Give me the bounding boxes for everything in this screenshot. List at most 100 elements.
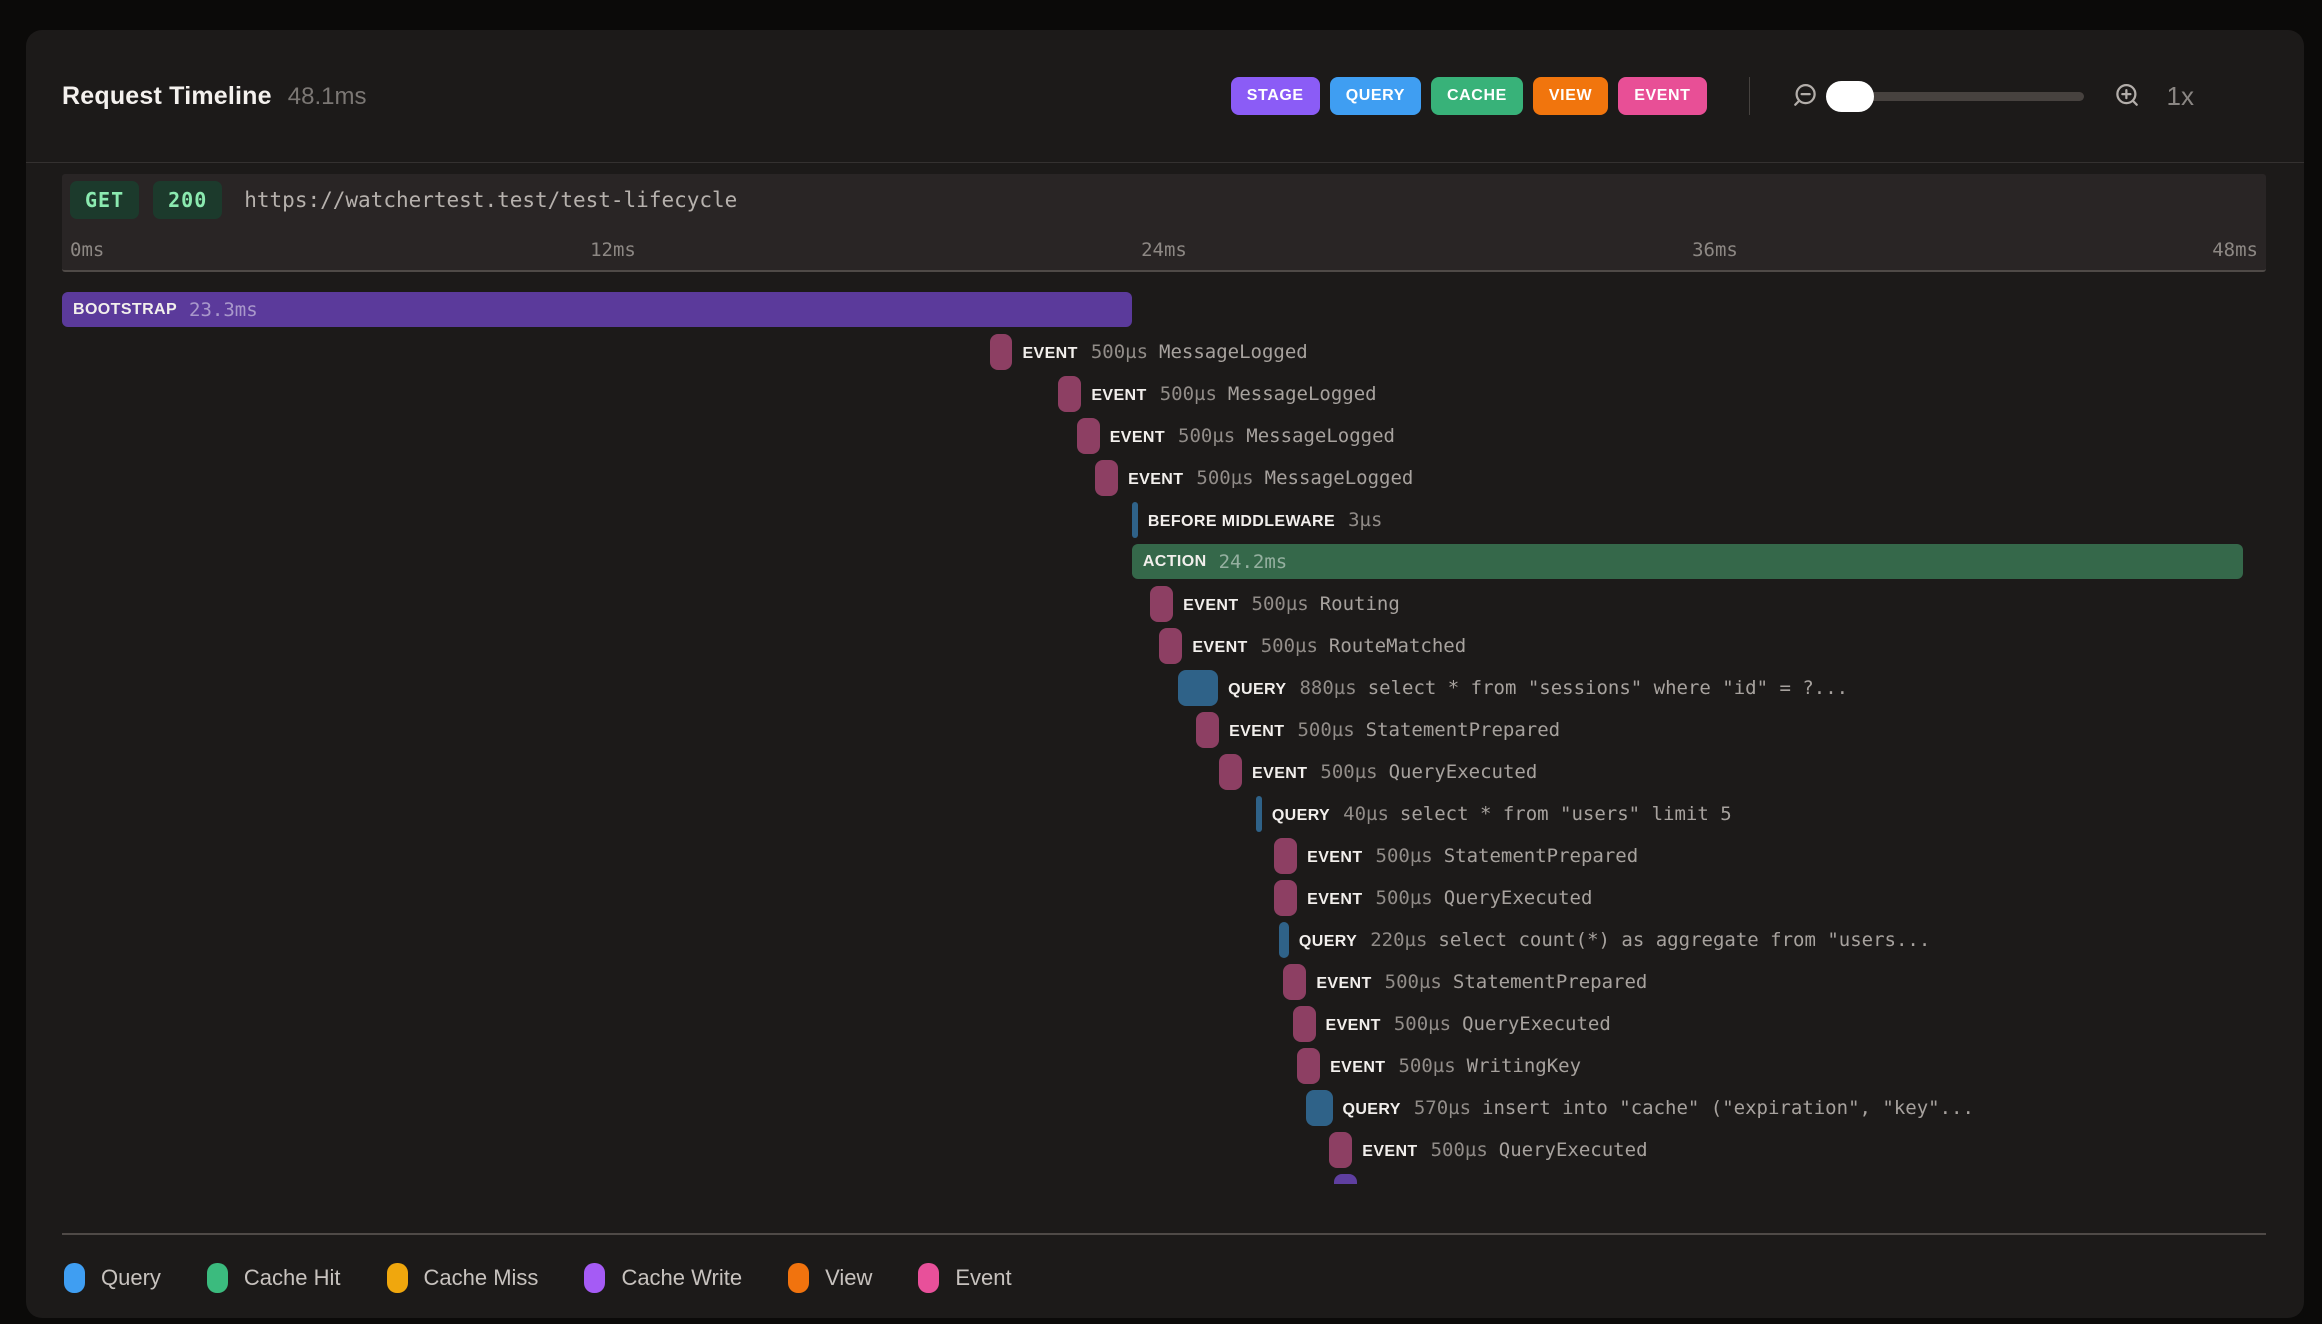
- filter-button-view[interactable]: VIEW: [1533, 77, 1608, 115]
- entry-name: MessageLogged: [1159, 341, 1308, 363]
- filter-button-event[interactable]: EVENT: [1618, 77, 1706, 115]
- entry-text: QUERY220µsselect count(*) as aggregate f…: [1299, 922, 1930, 958]
- event-marker[interactable]: [1196, 712, 1219, 748]
- entry-name: MessageLogged: [1265, 467, 1414, 489]
- entry-name: StatementPrepared: [1366, 719, 1560, 741]
- filter-button-query[interactable]: QUERY: [1330, 77, 1421, 115]
- event-marker[interactable]: [1293, 1006, 1316, 1042]
- entry-duration: 24.2ms: [1219, 551, 1288, 573]
- zoom-out-icon[interactable]: [1790, 81, 1820, 111]
- view-swatch: [788, 1263, 809, 1293]
- entry-label: EVENT: [1091, 387, 1146, 404]
- entry-label: EVENT: [1022, 345, 1077, 362]
- entry-label: EVENT: [1128, 471, 1183, 488]
- entry-label: EVENT: [1110, 429, 1165, 446]
- event-marker[interactable]: [1159, 628, 1182, 664]
- legend-item-event: Event: [918, 1263, 1011, 1293]
- entry-label: QUERY: [1272, 807, 1330, 824]
- entry-label: EVENT: [1192, 639, 1247, 656]
- query-marker[interactable]: [1279, 922, 1289, 958]
- event-marker[interactable]: [1297, 1048, 1320, 1084]
- timeline-row: EVENT500µsRouteMatched: [62, 628, 2266, 664]
- timeline-row: QUERY570µsinsert into "cache" ("expirati…: [62, 1090, 2266, 1126]
- entry-text: EVENT500µsRouteMatched: [1192, 628, 1466, 664]
- entry-text: EVENT500µsQueryExecuted: [1252, 754, 1537, 790]
- entry-text: QUERY880µsselect * from "sessions" where…: [1228, 670, 1848, 706]
- entry-duration: 880µs: [1299, 677, 1356, 699]
- entry-text: BEFORE MIDDLEWARE3µs: [1148, 502, 1394, 538]
- event-marker[interactable]: [990, 334, 1013, 370]
- entry-label: EVENT: [1183, 597, 1238, 614]
- entry-label: QUERY: [1228, 681, 1286, 698]
- controls-divider: [1749, 77, 1750, 115]
- event-marker[interactable]: [1150, 586, 1173, 622]
- filter-button-stage[interactable]: STAGE: [1231, 77, 1320, 115]
- entry-label: EVENT: [1362, 1143, 1417, 1160]
- zoom-slider-thumb[interactable]: [1826, 81, 1874, 112]
- zoom-in-icon[interactable]: [2112, 81, 2142, 111]
- entry-label: EVENT: [1252, 765, 1307, 782]
- entry-label: QUERY: [1343, 1101, 1401, 1118]
- timeline-row: QUERY880µsselect * from "sessions" where…: [62, 670, 2266, 706]
- entry-name: Routing: [1320, 593, 1400, 615]
- entry-name: MessageLogged: [1246, 425, 1395, 447]
- entry-text: EVENT500µsStatementPrepared: [1229, 712, 1560, 748]
- timeline-row: QUERY40µsselect * from "users" limit 5: [62, 796, 2266, 832]
- entry-duration: 500µs: [1376, 887, 1433, 909]
- event-marker[interactable]: [1058, 376, 1081, 412]
- page-title: Request Timeline: [62, 82, 272, 111]
- request-info-row: GET 200 https://watchertest.test/test-li…: [70, 181, 737, 219]
- bootstrap-marker[interactable]: BOOTSTRAP23.3ms: [62, 292, 1132, 327]
- entry-marker[interactable]: [1334, 1174, 1357, 1184]
- event-marker[interactable]: [1274, 880, 1297, 916]
- entry-text: QUERY40µsselect * from "users" limit 5: [1272, 796, 1732, 832]
- timeline-row: EVENT500µsQueryExecuted: [62, 1132, 2266, 1168]
- entry-label: EVENT: [1316, 975, 1371, 992]
- title-group: Request Timeline 48.1ms: [62, 82, 366, 111]
- entry-name: QueryExecuted: [1499, 1139, 1648, 1161]
- entry-label: EVENT: [1307, 849, 1362, 866]
- timeline-row: EVENT500µsWritingKey: [62, 1048, 2266, 1084]
- zoom-level-label: 1x: [2167, 81, 2194, 112]
- entry-duration: 500µs: [1252, 593, 1309, 615]
- entry-duration: 500µs: [1376, 845, 1433, 867]
- entry-text: EVENT500µsMessageLogged: [1091, 376, 1376, 412]
- event-marker[interactable]: [1274, 838, 1297, 874]
- timeline-row: EVENT500µsStatementPrepared: [62, 712, 2266, 748]
- axis-tick-36ms: 36ms: [1692, 239, 1738, 261]
- legend-label: Event: [955, 1265, 1011, 1291]
- entry-name: StatementPrepared: [1453, 971, 1647, 993]
- entry-label: EVENT: [1326, 1017, 1381, 1034]
- total-duration: 48.1ms: [288, 83, 367, 111]
- timeline-canvas: BOOTSTRAP23.3msEVENT500µsMessageLoggedEV…: [62, 270, 2266, 1184]
- zoom-slider[interactable]: [1828, 81, 2084, 112]
- action-marker[interactable]: ACTION24.2ms: [1132, 544, 2243, 579]
- entry-duration: 23.3ms: [189, 299, 258, 321]
- entry-text: EVENT500µsQueryExecuted: [1362, 1132, 1647, 1168]
- entry-label: BEFORE MIDDLEWARE: [1148, 513, 1335, 530]
- cache-write-swatch: [584, 1263, 605, 1293]
- query-marker[interactable]: [1256, 796, 1262, 832]
- timeline-row: EVENT500µsQueryExecuted: [62, 880, 2266, 916]
- entry-text: EVENT500µsQueryExecuted: [1326, 1006, 1611, 1042]
- timeline-row: EVENT500µsMessageLogged: [62, 418, 2266, 454]
- query-marker[interactable]: [1306, 1090, 1332, 1126]
- query-marker[interactable]: [1178, 670, 1218, 706]
- entry-name: MessageLogged: [1228, 383, 1377, 405]
- timeline-row: EVENT 500µs Routing: [62, 586, 2266, 622]
- entry-duration: 500µs: [1398, 1055, 1455, 1077]
- timeline-row: EVENT500µsQueryExecuted: [62, 754, 2266, 790]
- filter-button-cache[interactable]: CACHE: [1431, 77, 1523, 115]
- event-marker[interactable]: [1283, 964, 1306, 1000]
- legend-label: Cache Miss: [424, 1265, 539, 1291]
- entry-name: QueryExecuted: [1462, 1013, 1611, 1035]
- event-marker[interactable]: [1219, 754, 1242, 790]
- event-marker[interactable]: [1329, 1132, 1352, 1168]
- timeline-row: BEFORE MIDDLEWARE3µs: [62, 502, 2266, 538]
- entry-text: EVENT500µsMessageLogged: [1022, 334, 1307, 370]
- event-marker[interactable]: [1077, 418, 1100, 454]
- before-middleware-marker[interactable]: [1132, 502, 1138, 538]
- entry-name: select count(*) as aggregate from "users…: [1438, 929, 1930, 951]
- event-marker[interactable]: [1095, 460, 1118, 496]
- entry-duration: 500µs: [1261, 635, 1318, 657]
